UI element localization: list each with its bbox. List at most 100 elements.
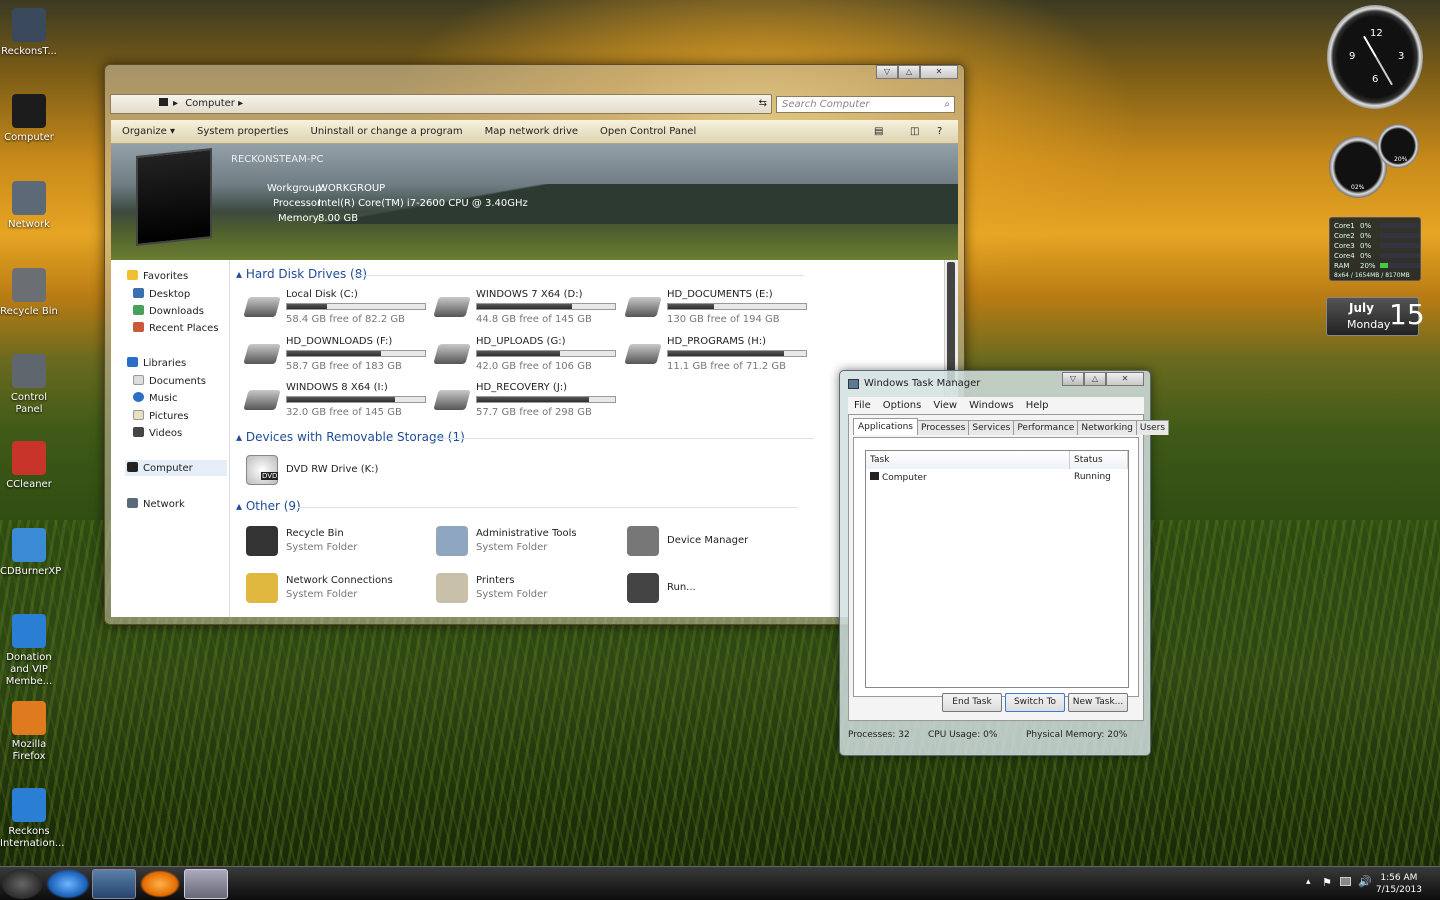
column-status[interactable]: Status (1070, 451, 1128, 469)
other-item[interactable]: Recycle Bin System Folder (246, 524, 426, 558)
desktop-icon[interactable]: CDBurnerXP (0, 528, 61, 578)
drive-free-space: 58.7 GB free of 183 GB (286, 361, 402, 372)
drive-item[interactable]: WINDOWS 8 X64 (I:) 32.0 GB free of 145 GB (243, 382, 436, 422)
drive-item[interactable]: HD_UPLOADS (G:) 42.0 GB free of 106 GB (433, 336, 626, 376)
tab-services[interactable]: Services (968, 420, 1015, 435)
desktop-icon[interactable]: Donation and VIP Membe... (0, 614, 58, 688)
nav-recent[interactable]: Recent Places (133, 322, 219, 334)
task-manager-statusbar: Processes: 32 CPU Usage: 0% Physical Mem… (840, 730, 1150, 746)
desktop-icon[interactable]: Reckons Internation... (0, 788, 64, 850)
menu-windows[interactable]: Windows (963, 400, 1020, 411)
desktop-icon[interactable]: Recycle Bin (0, 268, 58, 318)
start-button[interactable] (2, 869, 42, 899)
minimize-icon[interactable]: ▽ (876, 65, 898, 79)
tab-networking[interactable]: Networking (1077, 420, 1137, 435)
view-options-icon[interactable]: ▤ (863, 126, 894, 137)
close-icon[interactable]: ✕ (920, 65, 958, 79)
system-properties-button[interactable]: System properties (186, 126, 300, 137)
cpu-row: Core3 0% (1334, 241, 1420, 251)
videos-icon (133, 427, 144, 437)
media-player-taskbar-icon[interactable] (138, 869, 182, 899)
clock-gadget[interactable]: 12 3 6 9 (1327, 5, 1423, 109)
group-hard-disk-drives[interactable]: ▴ Hard Disk Drives (8) (236, 267, 804, 281)
group-other[interactable]: ▴ Other (9) (236, 499, 798, 513)
downloads-icon (133, 305, 144, 315)
menu-file[interactable]: File (848, 400, 877, 411)
drive-item[interactable]: HD_DOCUMENTS (E:) 130 GB free of 194 GB (624, 289, 817, 329)
menu-help[interactable]: Help (1020, 400, 1055, 411)
tab-processes[interactable]: Processes (916, 420, 970, 435)
end-task-button[interactable]: End Task (942, 693, 1002, 712)
network-tray-icon[interactable] (1340, 877, 1351, 886)
column-task[interactable]: Task (866, 451, 1070, 469)
drive-item[interactable]: HD_PROGRAMS (H:) 11.1 GB free of 71.2 GB (624, 336, 817, 376)
action-center-icon[interactable]: ⚑ (1322, 876, 1332, 889)
ram-meter-gadget[interactable]: 20% (1377, 124, 1419, 168)
nav-music[interactable]: Music (133, 392, 177, 404)
nav-documents[interactable]: Documents (133, 375, 206, 387)
maximize-icon[interactable]: △ (1084, 372, 1106, 386)
other-item[interactable]: Network Connections System Folder (246, 571, 426, 605)
minimize-icon[interactable]: ▽ (1062, 372, 1084, 386)
task-manager-taskbar-icon[interactable] (184, 869, 228, 899)
scrollbar-thumb[interactable] (947, 262, 955, 382)
drive-item[interactable]: HD_DOWNLOADS (F:) 58.7 GB free of 183 GB (243, 336, 436, 376)
search-input[interactable]: Search Computer ⌕ (776, 96, 955, 113)
open-control-panel-button[interactable]: Open Control Panel (589, 126, 707, 137)
desktop-icon[interactable]: Mozilla Firefox (0, 701, 58, 763)
tab-performance[interactable]: Performance (1013, 420, 1079, 435)
help-icon[interactable]: ? (926, 126, 953, 137)
tab-users[interactable]: Users (1135, 420, 1170, 435)
desktop-icon[interactable]: CCleaner (0, 441, 58, 491)
nav-videos[interactable]: Videos (133, 427, 182, 439)
map-network-drive-button[interactable]: Map network drive (474, 126, 589, 137)
nav-libraries[interactable]: Libraries (127, 357, 186, 369)
switch-to-button[interactable]: Switch To (1005, 693, 1065, 712)
explorer-taskbar-icon[interactable] (92, 869, 136, 899)
nav-network[interactable]: Network (127, 498, 185, 510)
group-title: Hard Disk Drives (8) (245, 267, 368, 281)
nav-desktop[interactable]: Desktop (133, 288, 190, 300)
show-hidden-icons[interactable]: ▴ (1306, 877, 1311, 887)
nav-favorites[interactable]: Favorites (127, 270, 188, 282)
other-item[interactable]: Run... (627, 571, 807, 605)
nav-pictures[interactable]: Pictures (133, 410, 189, 422)
drive-item[interactable]: WINDOWS 7 X64 (D:) 44.8 GB free of 145 GB (433, 289, 626, 329)
organize-button[interactable]: Organize ▾ (111, 126, 186, 137)
address-path[interactable]: Computer (185, 98, 235, 109)
desktop-icon[interactable]: Control Panel (0, 354, 58, 416)
desktop-icon[interactable]: ReckonsT... (0, 8, 58, 58)
desktop-icon[interactable]: Network (0, 181, 58, 231)
group-removable-storage[interactable]: ▴ Devices with Removable Storage (1) (236, 430, 814, 444)
menu-view[interactable]: View (927, 400, 963, 411)
table-row[interactable]: Computer Running (870, 472, 1125, 486)
search-icon[interactable]: ⌕ (944, 97, 950, 112)
nav-computer[interactable]: Computer (125, 460, 227, 476)
menu-options[interactable]: Options (877, 400, 928, 411)
calendar-gadget[interactable]: July Monday 15 (1326, 297, 1425, 336)
new-task-button[interactable]: New Task... (1068, 693, 1128, 712)
other-item[interactable]: Administrative Tools System Folder (436, 524, 616, 558)
cpu-row-value: 0% (1360, 232, 1372, 240)
other-item[interactable]: Device Manager (627, 524, 807, 558)
address-bar[interactable]: ▸ Computer ▸ ⇆ (110, 94, 772, 114)
system-clock[interactable]: 1:56 AM 7/15/2013 (1376, 872, 1422, 896)
dvd-drive[interactable]: DVD DVD RW Drive (K:) (246, 453, 426, 487)
task-manager-window[interactable]: Windows Task Manager ▽ △ ✕ File Options … (839, 370, 1170, 756)
drive-item[interactable]: HD_RECOVERY (J:) 57.7 GB free of 298 GB (433, 382, 626, 422)
uninstall-program-button[interactable]: Uninstall or change a program (300, 126, 474, 137)
processor-label: Processor: (273, 198, 325, 209)
desktop-icon[interactable]: Computer (0, 94, 58, 144)
ie-taskbar-icon[interactable] (46, 869, 90, 899)
cpu-monitor-gadget[interactable]: Core1 0% Core2 0% Core3 0% Core4 0% RAM 20% … (1329, 217, 1421, 281)
drive-item[interactable]: Local Disk (C:) 58.4 GB free of 82.2 GB (243, 289, 436, 329)
cpu-rows: Core1 0% Core2 0% Core3 0% Core4 0% RAM 20% (1334, 221, 1420, 271)
volume-icon[interactable]: 🔊 (1358, 875, 1372, 888)
task-list[interactable]: Task Status Computer Running (865, 450, 1129, 688)
maximize-icon[interactable]: △ (898, 65, 920, 79)
close-icon[interactable]: ✕ (1106, 372, 1144, 386)
nav-downloads[interactable]: Downloads (133, 305, 204, 317)
refresh-icon[interactable]: ⇆ (759, 95, 767, 113)
other-item[interactable]: Printers System Folder (436, 571, 616, 605)
tab-applications[interactable]: Applications (853, 418, 918, 435)
